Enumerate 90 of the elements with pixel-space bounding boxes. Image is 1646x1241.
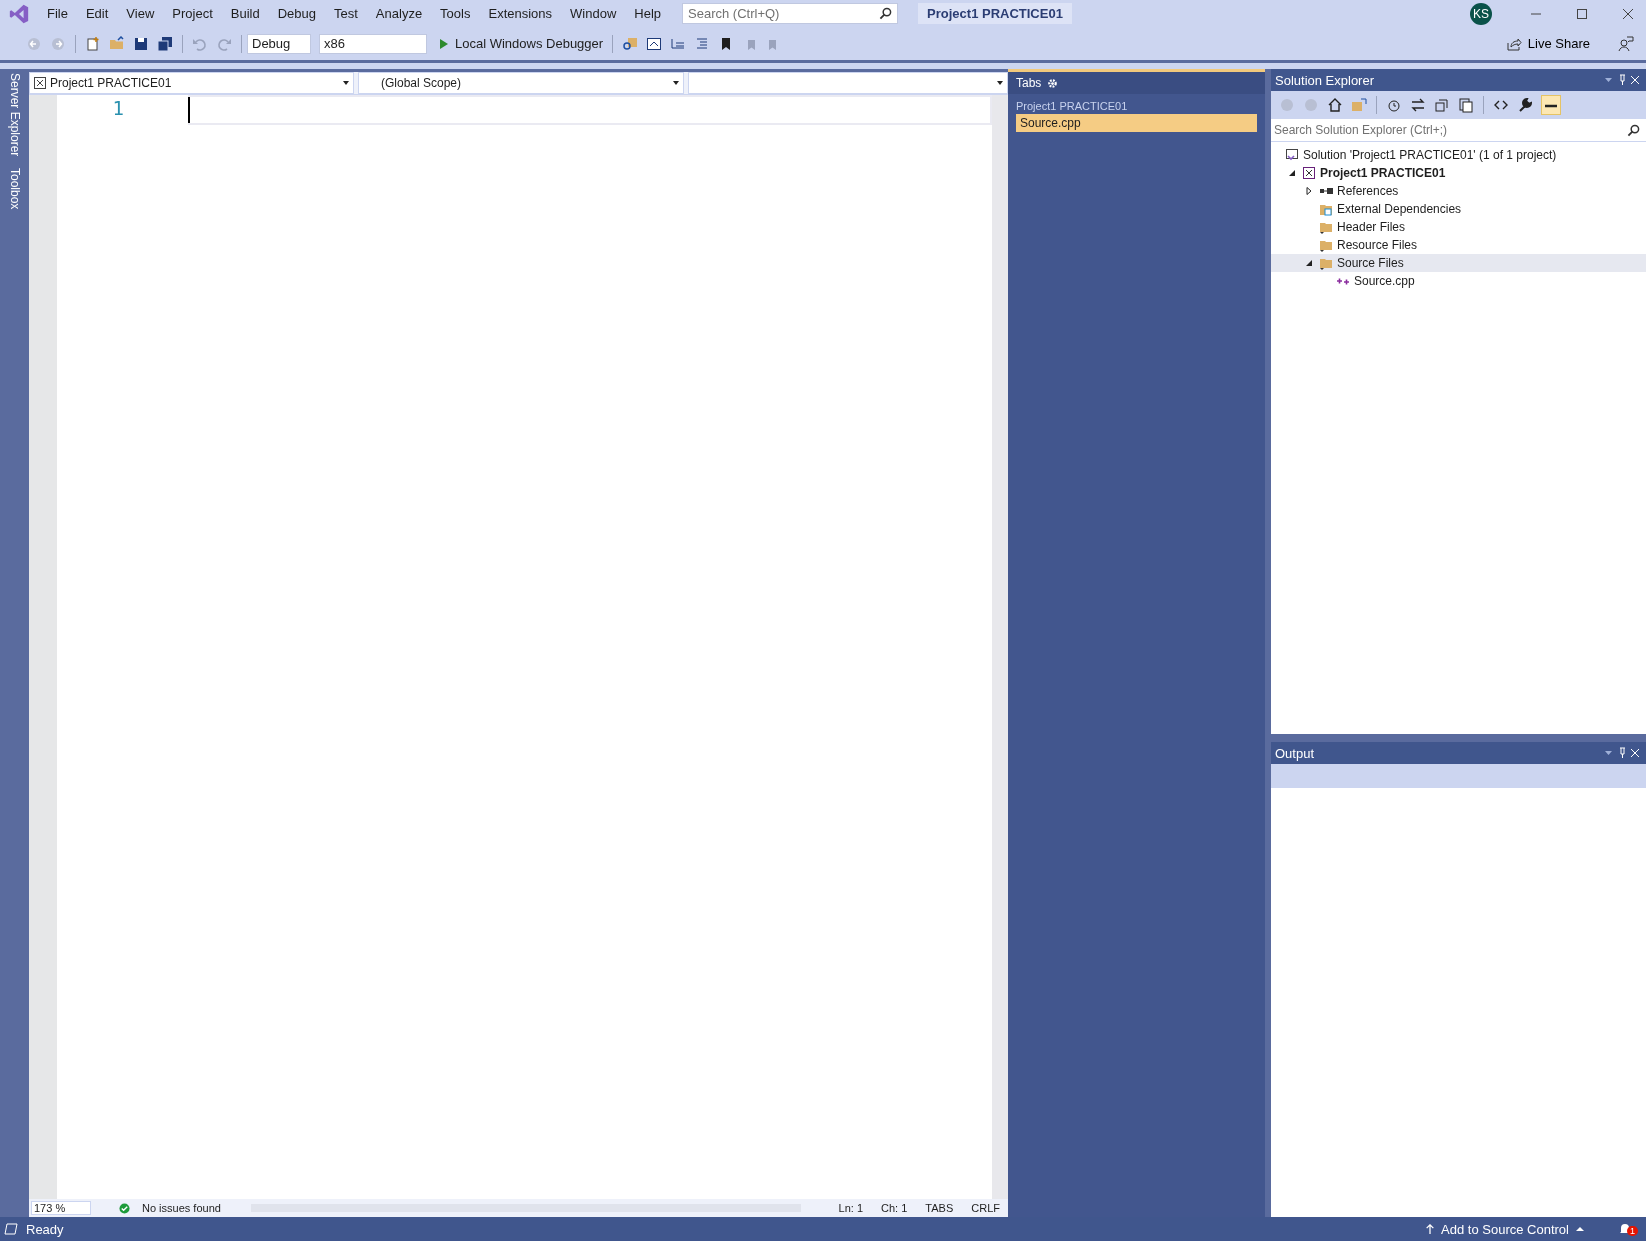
tree-item[interactable]: Resource Files: [1271, 236, 1646, 254]
scope-dropdown[interactable]: (Global Scope): [358, 72, 684, 94]
panel-title: Solution Explorer: [1275, 72, 1374, 88]
source-control-button[interactable]: Add to Source Control: [1419, 1220, 1591, 1238]
menu-item[interactable]: Tools: [431, 6, 480, 21]
history-icon[interactable]: [1386, 97, 1402, 113]
menu-item[interactable]: Test: [325, 6, 367, 21]
new-item-icon[interactable]: [85, 35, 101, 52]
menu-item[interactable]: Help: [625, 6, 671, 21]
project-icon: [1302, 166, 1316, 180]
vertical-scrollbar[interactable]: [992, 95, 1008, 1199]
collapsed-arrow-icon[interactable]: [1304, 187, 1313, 195]
caret-up-icon: [1575, 1224, 1585, 1234]
menu-item[interactable]: Analyze: [366, 6, 432, 21]
collapse-all-icon[interactable]: [1434, 97, 1450, 113]
menu-item[interactable]: Edit: [76, 6, 118, 21]
line-position: Ln: 1: [838, 1202, 864, 1214]
configuration-dropdown[interactable]: Debug: [247, 33, 311, 54]
column-position: Ch: 1: [881, 1202, 908, 1214]
menu-item[interactable]: View: [117, 6, 164, 21]
menu-item[interactable]: Debug: [268, 6, 325, 21]
issues-status[interactable]: No issues found: [142, 1202, 221, 1214]
caret-icon: [673, 81, 679, 85]
search-field[interactable]: Search (Ctrl+Q): [688, 6, 880, 21]
menu-item[interactable]: Build: [221, 6, 269, 21]
app-logo-icon: [8, 2, 30, 25]
status-text: Ready: [26, 1221, 64, 1237]
side-tab[interactable]: Server Explorer: [7, 73, 22, 157]
folder-link-icon: [1319, 202, 1333, 216]
run-button[interactable]: Local Windows Debugger: [435, 36, 608, 51]
search-box[interactable]: Search (Ctrl+Q): [682, 3, 899, 24]
tree-item[interactable]: References: [1271, 182, 1646, 200]
home-icon[interactable]: [1327, 97, 1343, 113]
arrow-up-icon: [1425, 1224, 1436, 1234]
tree-item[interactable]: Solution 'Project1 PRACTICE01' (1 of 1 project): [1271, 146, 1646, 164]
panel-controls[interactable]: [1604, 74, 1640, 86]
menu-item[interactable]: File: [38, 6, 77, 21]
save-all-icon[interactable]: [157, 35, 173, 52]
tree-item[interactable]: Project1 PRACTICE01: [1271, 164, 1646, 182]
search-icon: [879, 7, 893, 20]
folder-icon: [1319, 238, 1333, 252]
live-share-button[interactable]: Live Share: [1501, 35, 1594, 52]
open-file-tab[interactable]: Source.cpp: [1016, 114, 1257, 132]
user-avatar[interactable]: KS: [1470, 2, 1492, 25]
find-icon[interactable]: [622, 35, 639, 52]
solution-icon: [1285, 148, 1299, 162]
solution-search-field[interactable]: Search Solution Explorer (Ctrl+;): [1274, 123, 1627, 137]
tree-item[interactable]: Source Files: [1271, 254, 1646, 272]
project-dropdown[interactable]: Project1 PRACTICE01: [29, 72, 354, 94]
folder-icon: [1319, 256, 1333, 270]
tree-item[interactable]: Header Files: [1271, 218, 1646, 236]
menu-item[interactable]: Project: [163, 6, 222, 21]
caret-icon: [343, 81, 349, 85]
indent-mode[interactable]: TABS: [925, 1202, 954, 1214]
search-icon: [1627, 123, 1640, 137]
line-number: 1: [112, 97, 124, 119]
status-icon: [4, 1223, 18, 1235]
line-ending[interactable]: CRLF: [971, 1202, 1000, 1214]
maximize-icon[interactable]: [1576, 7, 1588, 20]
panel-title: Tabs: [1016, 76, 1042, 90]
bell-icon: [1619, 1222, 1631, 1236]
panel-title: Output: [1275, 745, 1315, 761]
browser-icon[interactable]: [646, 35, 663, 52]
window-title: Project1 PRACTICE01: [918, 3, 1072, 24]
caret-icon: [997, 81, 1003, 85]
platform-dropdown[interactable]: x86: [319, 33, 427, 54]
tree-item[interactable]: External Dependencies: [1271, 200, 1646, 218]
show-all-files-icon[interactable]: [1458, 97, 1474, 113]
close-icon[interactable]: [1622, 7, 1634, 20]
panel-controls[interactable]: [1604, 747, 1640, 759]
expanded-arrow-icon[interactable]: [1304, 259, 1313, 267]
side-tab[interactable]: Toolbox: [7, 168, 22, 210]
sync-icon[interactable]: [1410, 97, 1426, 113]
tree-item[interactable]: Source.cpp: [1271, 272, 1646, 290]
zoom-dropdown[interactable]: 173 %: [31, 1201, 91, 1215]
play-icon: [439, 37, 449, 50]
wrench-icon[interactable]: [1517, 97, 1533, 113]
preview-icon[interactable]: [1541, 95, 1561, 115]
notifications-button[interactable]: 1: [1619, 1222, 1638, 1236]
switch-views-icon[interactable]: [1351, 97, 1367, 113]
folder-icon: [1319, 220, 1333, 234]
save-icon[interactable]: [133, 35, 149, 52]
menu-item[interactable]: Extensions: [479, 6, 562, 21]
menu-item[interactable]: Window: [561, 6, 626, 21]
project-icon: [34, 77, 46, 89]
check-icon: [119, 1202, 130, 1214]
expanded-arrow-icon[interactable]: [1287, 169, 1296, 177]
settings-icon[interactable]: [1047, 77, 1059, 89]
feedback-icon[interactable]: [1618, 35, 1634, 52]
tab-group-label: Project1 PRACTICE01: [1015, 99, 1129, 114]
